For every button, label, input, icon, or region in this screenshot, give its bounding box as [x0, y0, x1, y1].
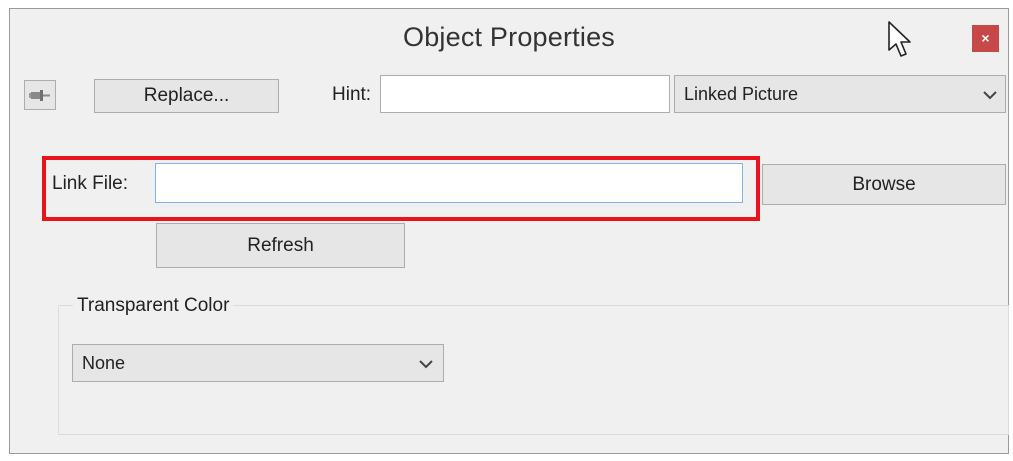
- hint-label: Hint:: [332, 84, 372, 105]
- pin-button[interactable]: [24, 80, 56, 110]
- mouse-cursor-icon: [888, 21, 911, 57]
- link-file-label: Link File:: [52, 173, 129, 194]
- pushpin-icon: [29, 90, 50, 101]
- dialog-title: Object Properties: [403, 22, 615, 52]
- hint-input[interactable]: [380, 75, 670, 113]
- link-file-input[interactable]: [155, 163, 743, 203]
- close-icon: ×: [981, 30, 990, 46]
- replace-button-label: Replace...: [143, 85, 230, 106]
- chevron-down-icon: [419, 360, 433, 369]
- chevron-down-icon: [983, 91, 997, 100]
- replace-button[interactable]: Replace...: [94, 79, 279, 113]
- browse-button-label: Browse: [852, 174, 916, 195]
- transparent-color-select[interactable]: None: [72, 344, 444, 382]
- title-bar[interactable]: Object Properties ×: [10, 9, 1008, 66]
- object-type-select[interactable]: Linked Picture: [674, 75, 1006, 113]
- object-properties-dialog: Object Properties × Replace... Hint: Lin…: [9, 8, 1009, 454]
- close-button[interactable]: ×: [972, 25, 999, 52]
- transparent-color-value: None: [82, 353, 126, 373]
- transparent-color-group-label: Transparent Color: [73, 295, 234, 317]
- refresh-button-label: Refresh: [247, 235, 314, 256]
- refresh-button[interactable]: Refresh: [156, 223, 405, 268]
- object-type-value: Linked Picture: [684, 84, 799, 104]
- browse-button[interactable]: Browse: [762, 164, 1006, 205]
